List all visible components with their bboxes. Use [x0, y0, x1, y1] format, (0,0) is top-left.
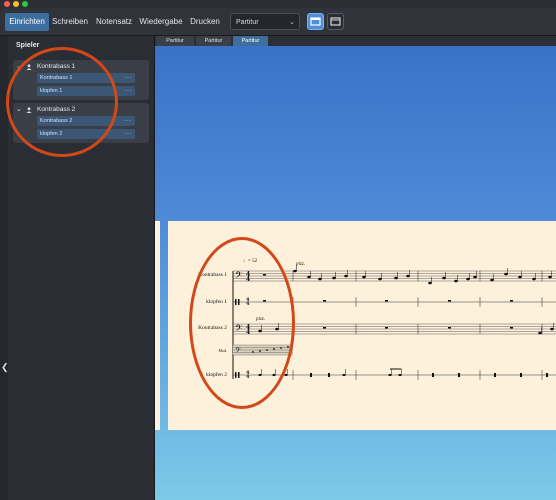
annotation-circle: [6, 47, 118, 157]
galley-view-button[interactable]: [307, 13, 324, 30]
galley-view-icon: [310, 17, 321, 26]
mode-toolbar: Einrichten Schreiben Notensatz Wiedergab…: [0, 8, 556, 36]
tab-notensatz[interactable]: Notensatz: [93, 13, 135, 31]
tab-schreiben[interactable]: Schreiben: [51, 13, 89, 31]
more-options-icon[interactable]: ···: [125, 129, 133, 139]
window-titlebar: [0, 0, 556, 8]
close-window-button[interactable]: [4, 1, 10, 7]
more-options-icon[interactable]: ···: [125, 116, 133, 126]
more-options-icon[interactable]: ···: [125, 86, 133, 96]
layout-select[interactable]: Partitur ⌄: [230, 13, 300, 30]
tab-wiedergabe[interactable]: Wiedergabe: [138, 13, 184, 31]
page-view-button[interactable]: [327, 13, 344, 30]
panel-title: Spieler: [16, 42, 40, 49]
tab-drucken[interactable]: Drucken: [187, 13, 223, 31]
tab-einrichten[interactable]: Einrichten: [5, 13, 49, 31]
annotation-circle: [189, 237, 295, 409]
more-options-icon[interactable]: ···: [125, 73, 133, 83]
layout-tabs-bar: Partitur Partitur Partitur: [155, 36, 556, 46]
tab-layout[interactable]: Partitur: [196, 36, 231, 46]
previous-page-edge: [155, 221, 160, 430]
minimize-window-button[interactable]: [13, 1, 19, 7]
chevron-down-icon: ⌄: [289, 19, 295, 26]
zoom-window-button[interactable]: [22, 1, 28, 7]
page-view-icon: [330, 17, 341, 26]
tab-layout[interactable]: Partitur: [156, 36, 194, 46]
tab-layout-active[interactable]: Partitur: [233, 36, 268, 46]
layout-select-value: Partitur: [236, 19, 259, 26]
